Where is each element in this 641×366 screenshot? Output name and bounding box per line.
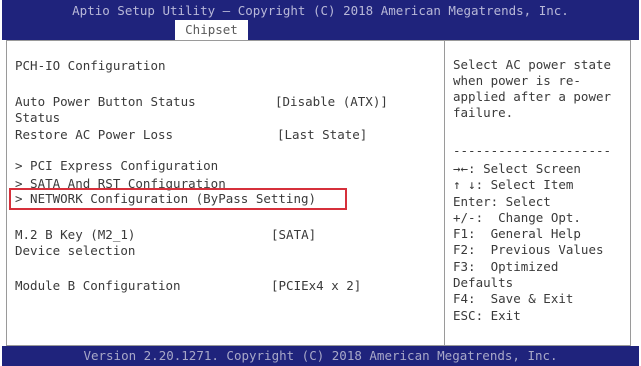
m2-b-key-value[interactable]: [SATA] — [271, 227, 316, 243]
key-f1: F1: General Help — [453, 226, 581, 242]
auto-power-button-label[interactable]: Auto Power Button Status — [15, 94, 196, 110]
title-bar: Aptio Setup Utility – Copyright (C) 2018… — [2, 0, 639, 40]
bios-title: Aptio Setup Utility – Copyright (C) 2018… — [72, 3, 569, 18]
help-line: Select AC power state — [453, 57, 612, 72]
key-esc: ESC: Exit — [453, 307, 521, 323]
key-enter: Enter: Select — [453, 193, 551, 209]
key-f2: F2: Previous Values — [453, 242, 604, 258]
help-line: failure. — [453, 105, 514, 120]
help-pane: Select AC power state when power is re- … — [445, 41, 630, 345]
submenu-pci-express[interactable]: > PCI Express Configuration — [15, 158, 218, 174]
auto-power-button-value[interactable]: [Disable (ATX)] — [275, 94, 388, 110]
restore-ac-power-loss-value[interactable]: [Last State] — [277, 127, 367, 143]
key-select-item: ↑ ↓: Select Item — [453, 177, 574, 193]
tab-chipset[interactable]: Chipset — [175, 20, 248, 40]
key-select-screen: →←: Select Screen — [453, 161, 581, 176]
module-b-label[interactable]: Module B Configuration — [15, 278, 181, 294]
version-footer: Version 2.20.1271. Copyright (C) 2018 Am… — [2, 346, 639, 366]
module-b-value[interactable]: [PCIEx4 x 2] — [271, 278, 361, 294]
help-line: applied after a power — [453, 89, 612, 104]
help-separator: --------------------- — [453, 143, 612, 158]
help-line: when power is re- — [453, 73, 581, 88]
key-legend: →←: Select Screen ↑ ↓: Select Item Enter… — [453, 161, 604, 324]
help-description: Select AC power state when power is re- … — [453, 57, 611, 121]
main-panel: PCH-IO Configuration Auto Power Button S… — [6, 40, 631, 346]
key-f3: F3: Optimized — [453, 258, 559, 274]
restore-ac-power-loss-label[interactable]: Restore AC Power Loss — [15, 127, 173, 143]
device-selection-label: Device selection — [15, 243, 136, 258]
submenu-network[interactable]: > NETWORK Configuration (ByPass Setting) — [15, 191, 316, 207]
status-label: Status — [15, 110, 61, 125]
m2-b-key-label[interactable]: M.2 B Key (M2_1) — [15, 227, 135, 243]
key-change-opt: +/-: Change Opt. — [453, 209, 581, 225]
section-title: PCH-IO Configuration — [15, 58, 166, 73]
key-f3-cont: Defaults — [453, 275, 514, 291]
settings-pane: PCH-IO Configuration Auto Power Button S… — [7, 41, 444, 345]
key-f4: F4: Save & Exit — [453, 291, 574, 307]
